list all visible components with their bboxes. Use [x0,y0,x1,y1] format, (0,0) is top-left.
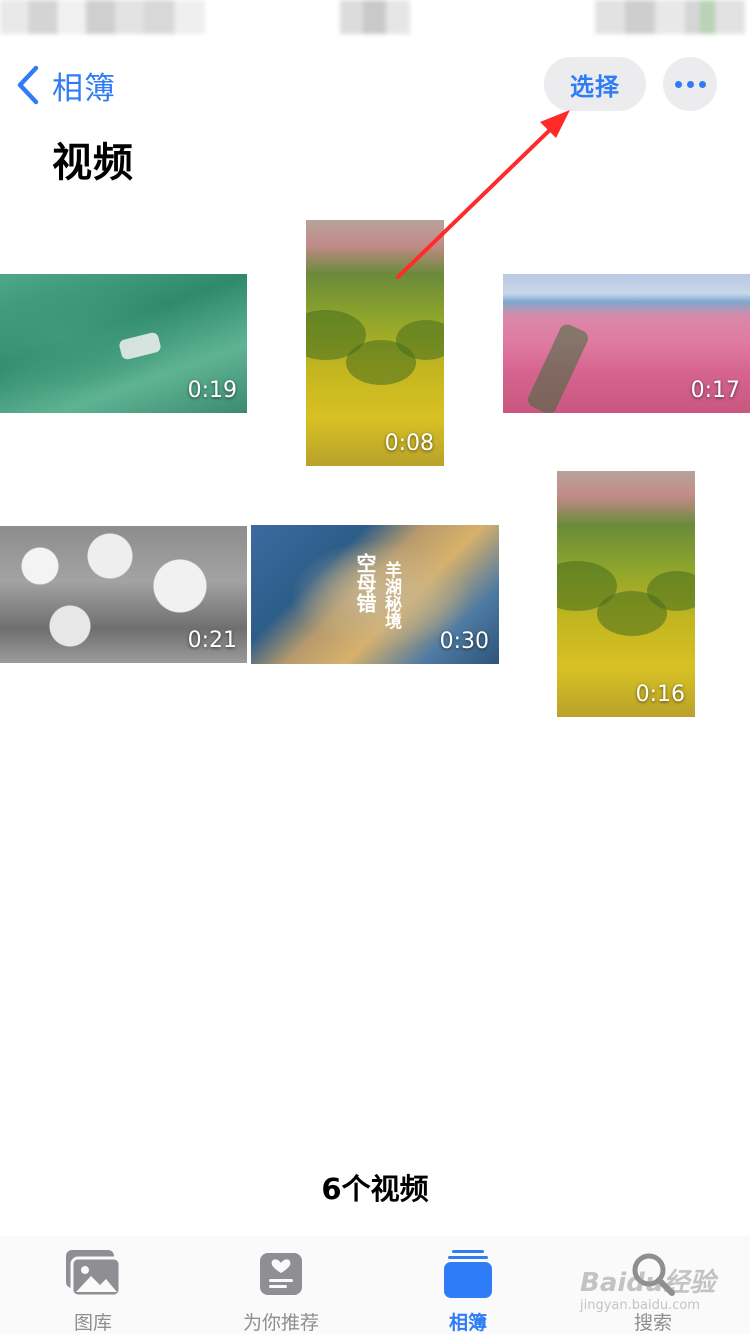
caption-char: 羊 [381,561,401,578]
boat-shape [118,331,162,361]
caption-char: 母 [353,573,377,593]
caption-char: 秘 [381,595,401,612]
back-button[interactable]: 相簿 [14,62,116,108]
video-thumbnail-6[interactable]: 0:16 [557,471,695,717]
ridge-shape [525,321,591,413]
more-icon-dot [686,80,694,88]
video-thumbnail-2[interactable]: 0:08 [306,220,444,466]
more-icon-dot [674,80,682,88]
video-duration: 0:16 [635,682,685,707]
status-bar [0,0,750,34]
video-caption: 空母错 [351,553,380,613]
video-thumbnail-3[interactable]: 0:17 [503,274,750,413]
tab-label: 图库 [73,1312,112,1334]
albums-icon [438,1246,498,1302]
select-button[interactable]: 选择 [544,57,646,111]
tab-library[interactable]: 图库 [23,1246,163,1335]
page-title: 视频 [52,140,134,186]
video-thumbnail-1[interactable]: 0:19 [0,274,247,413]
video-duration: 0:08 [384,431,434,456]
video-duration: 0:17 [690,378,740,403]
more-options-button[interactable] [663,57,717,111]
video-duration: 0:30 [439,629,489,654]
caption-char: 境 [381,612,401,629]
video-thumbnail-4[interactable]: 0:21 [0,526,247,663]
tab-for-you[interactable]: 为你推荐 [211,1246,351,1335]
video-duration: 0:21 [187,628,237,653]
tab-label: 为你推荐 [242,1312,319,1334]
status-bar-left-blurred [0,0,205,34]
back-button-label: 相簿 [52,70,116,107]
more-icon-dot [698,80,706,88]
caption-char: 空 [353,553,377,573]
tab-label: 相簿 [448,1312,487,1334]
video-duration: 0:19 [187,378,237,403]
tab-albums[interactable]: 相簿 [398,1246,538,1335]
watermark-logo: Baidu经验 [580,1268,716,1298]
for-you-icon [251,1246,311,1302]
video-caption: 羊湖秘境 [379,561,404,629]
video-thumbnail-5[interactable]: 空母错 羊湖秘境 0:30 [251,525,499,664]
caption-char: 湖 [381,578,401,595]
chevron-left-icon [17,65,39,105]
photo-library-icon [63,1246,123,1302]
caption-char: 错 [353,593,377,613]
watermark-url: jingyan.baidu.com [580,1298,700,1313]
status-bar-right-blurred [595,0,745,34]
status-bar-center-blurred [340,0,410,34]
video-count-label: 6个视频 [321,1172,429,1206]
